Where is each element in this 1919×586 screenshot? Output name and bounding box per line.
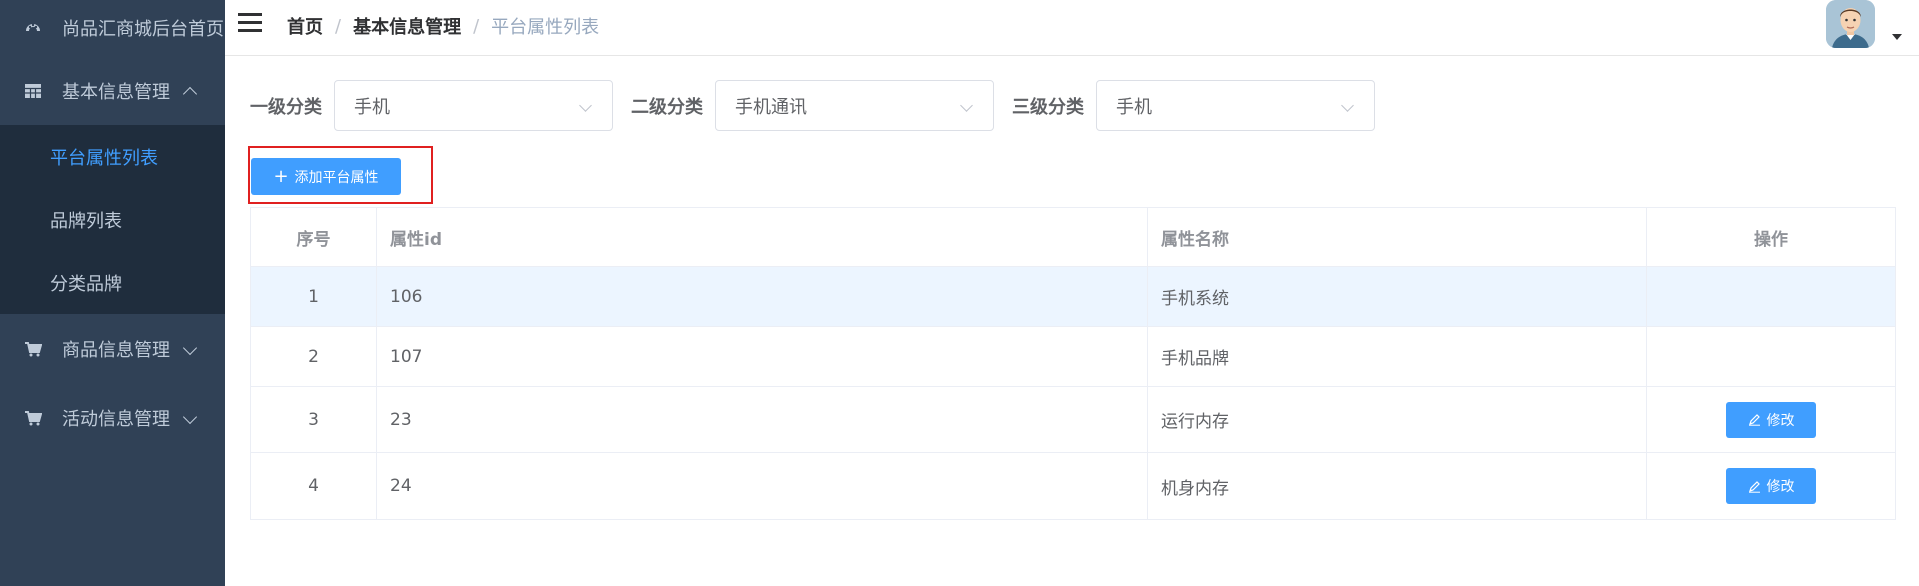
chevron-down-icon [1341, 99, 1354, 112]
navbar: 首页 / 基本信息管理 / 平台属性列表 [225, 0, 1919, 56]
avatar[interactable] [1826, 0, 1875, 48]
chevron-down-icon [182, 340, 198, 355]
cell-attr-name: 运行内存 [1148, 387, 1647, 452]
cell-attr-name: 手机品牌 [1148, 327, 1647, 386]
cell-attr-id: 106 [377, 267, 1148, 326]
cell-attr-name: 手机系统 [1148, 267, 1647, 326]
submenu-basic-info: 平台属性列表 品牌列表 分类品牌 [0, 125, 225, 314]
sidebar-item-home[interactable]: 尚品汇商城后台首页 [0, 0, 225, 56]
sidebar-menu-activity-info[interactable]: 活动信息管理 [0, 383, 225, 452]
cell-index: 3 [251, 387, 377, 452]
cell-index: 1 [251, 267, 377, 326]
chevron-down-icon [579, 99, 592, 112]
breadcrumb-separator: / [335, 15, 342, 37]
edit-button[interactable]: 修改 [1726, 468, 1816, 504]
sidebar: 尚品汇商城后台首页 基本信息管理 平台属性列表 品牌列表 分类品牌 商品信息管理… [0, 0, 225, 586]
edit-icon [1748, 480, 1760, 493]
edit-button-label: 修改 [1766, 412, 1795, 429]
edit-button[interactable]: 修改 [1726, 401, 1816, 438]
level3-select[interactable]: 手机 [1096, 80, 1375, 131]
level2-select[interactable]: 手机通讯 [715, 80, 994, 131]
sidebar-menu-label: 活动信息管理 [62, 408, 170, 430]
cell-actions [1647, 267, 1895, 326]
level1-select[interactable]: 手机 [334, 80, 613, 131]
table-header-row: 序号 属性id 属性名称 操作 [251, 208, 1895, 267]
add-attribute-label: 添加平台属性 [294, 169, 379, 186]
sidebar-item-category-brand[interactable]: 分类品牌 [0, 251, 225, 314]
cell-index: 2 [251, 327, 377, 386]
table-row[interactable]: 3 23 运行内存 修改 [251, 387, 1895, 453]
header-index: 序号 [251, 208, 377, 266]
header-actions: 操作 [1754, 229, 1788, 250]
cart-icon [24, 409, 42, 427]
cell-attr-name: 机身内存 [1148, 453, 1647, 519]
table-row[interactable]: 2 107 手机品牌 [251, 327, 1895, 387]
category-filter-form: 一级分类 手机 二级分类 手机通讯 三级分类 手机 [250, 80, 1393, 131]
cart-icon [24, 340, 42, 358]
sidebar-menu-label: 商品信息管理 [62, 339, 170, 361]
sidebar-item-label: 尚品汇商城后台首页 [62, 19, 224, 40]
hamburger-menu-icon[interactable] [238, 13, 262, 33]
breadcrumb-basic-info[interactable]: 基本信息管理 [353, 13, 461, 39]
table-row[interactable]: 1 106 手机系统 [251, 267, 1895, 327]
cell-index: 4 [251, 453, 377, 519]
sidebar-item-brand-list[interactable]: 品牌列表 [0, 188, 225, 251]
edit-button-label: 修改 [1766, 479, 1795, 495]
chevron-down-icon [960, 99, 973, 112]
cell-actions: 修改 [1647, 387, 1895, 452]
sidebar-item-attr-list[interactable]: 平台属性列表 [0, 125, 225, 188]
cell-attr-id: 24 [377, 453, 1148, 519]
attribute-table: 序号 属性id 属性名称 操作 1 106 手机系统 2 107 手机品牌 3 … [250, 207, 1896, 520]
table-icon [24, 82, 42, 100]
cell-actions [1647, 327, 1895, 386]
dashboard-icon [24, 19, 42, 37]
sidebar-menu-label: 基本信息管理 [62, 81, 170, 103]
chevron-down-icon [182, 409, 198, 424]
sidebar-menu-basic-info[interactable]: 基本信息管理 [0, 56, 225, 125]
cell-attr-id: 23 [377, 387, 1148, 452]
level2-value: 手机通讯 [735, 96, 807, 118]
breadcrumb-separator: / [473, 15, 480, 37]
chevron-up-icon [182, 86, 198, 101]
level2-label: 二级分类 [631, 96, 703, 118]
add-attribute-button[interactable]: + 添加平台属性 [251, 158, 401, 195]
level1-value: 手机 [354, 96, 390, 118]
header-attr-name: 属性名称 [1148, 208, 1647, 266]
level3-value: 手机 [1116, 96, 1152, 118]
table-row[interactable]: 4 24 机身内存 修改 [251, 453, 1895, 519]
edit-icon [1748, 414, 1760, 426]
breadcrumb-current: 平台属性列表 [491, 17, 600, 38]
level1-label: 一级分类 [250, 96, 322, 118]
caret-down-icon[interactable] [1892, 34, 1902, 40]
breadcrumb-home[interactable]: 首页 [287, 13, 323, 39]
plus-icon: + [273, 165, 289, 187]
breadcrumb: 首页 / 基本信息管理 / 平台属性列表 [287, 13, 599, 39]
user-avatar-icon [1826, 0, 1875, 48]
cell-actions: 修改 [1647, 453, 1895, 519]
header-attr-id: 属性id [377, 208, 1148, 266]
cell-attr-id: 107 [377, 327, 1148, 386]
level3-label: 三级分类 [1012, 96, 1084, 118]
sidebar-menu-product-info[interactable]: 商品信息管理 [0, 314, 225, 383]
